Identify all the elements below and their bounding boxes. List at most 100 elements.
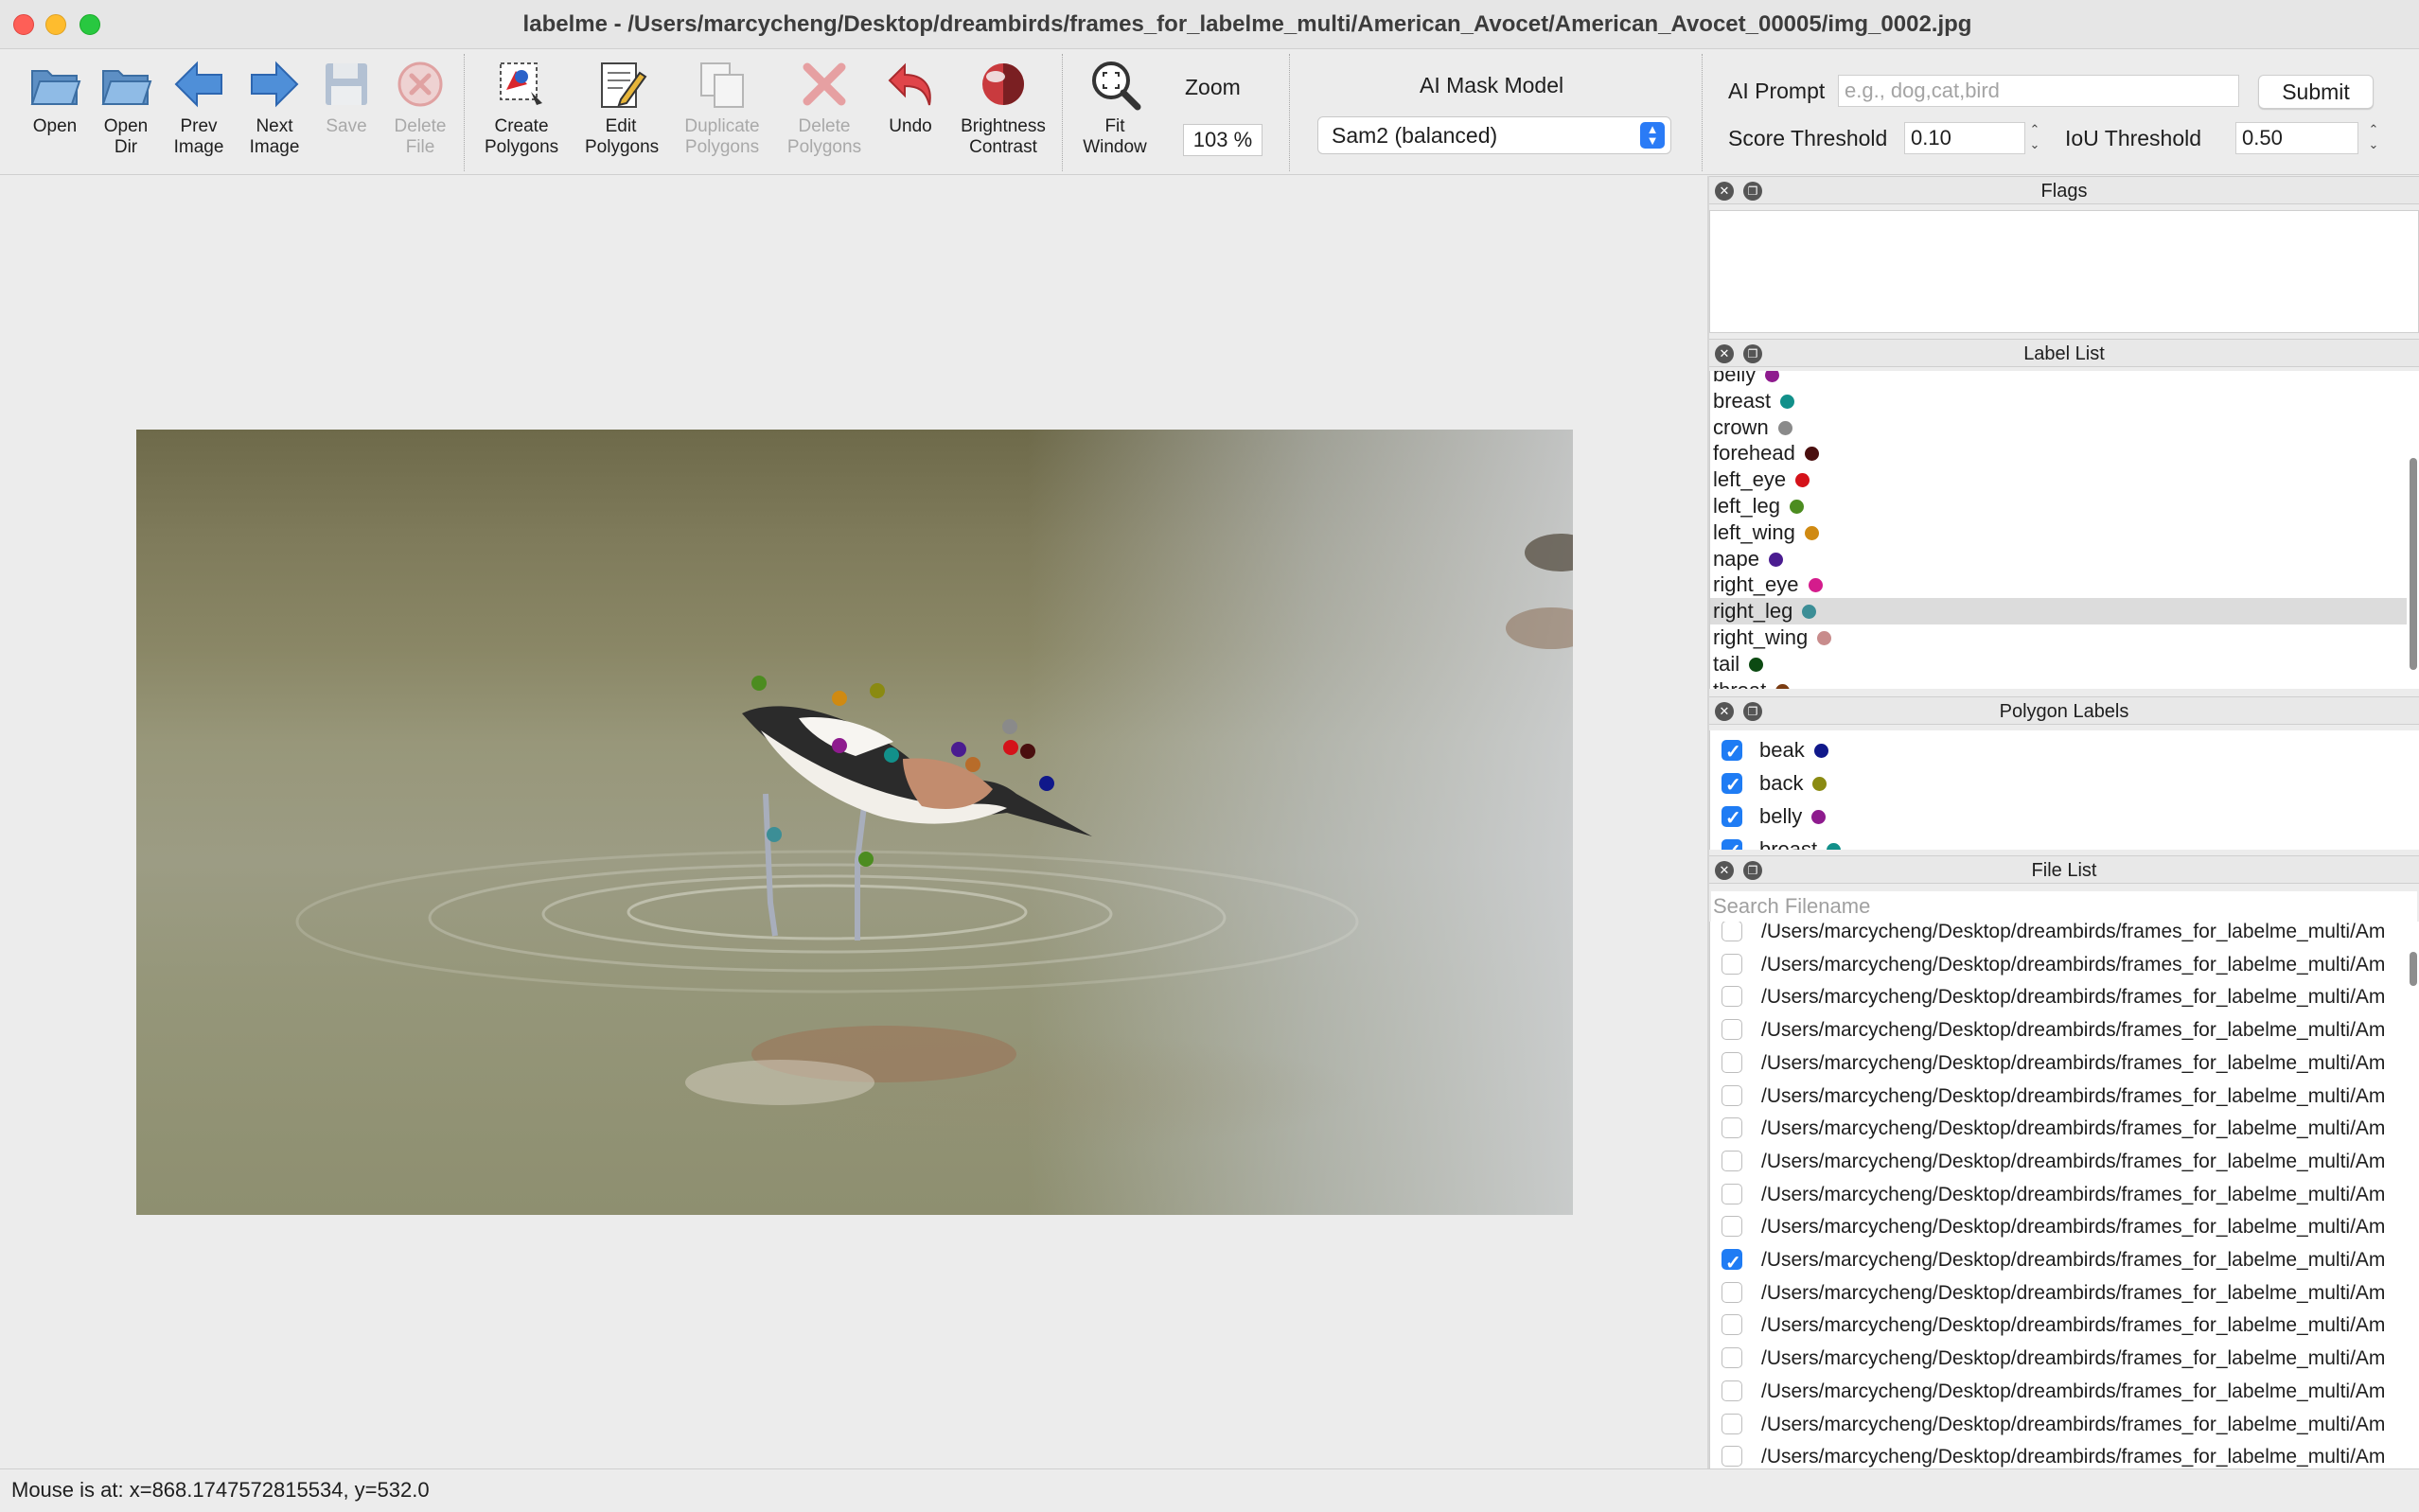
keypoint-belly[interactable] [832,738,847,753]
zoom-value-field[interactable]: 103 % [1183,124,1262,156]
file-list-item[interactable]: /Users/marcycheng/Desktop/dreambirds/fra… [1722,1409,2419,1441]
file-list-item[interactable]: /Users/marcycheng/Desktop/dreambirds/fra… [1722,949,2419,981]
keypoint-back[interactable] [870,683,885,698]
file-list-item[interactable]: /Users/marcycheng/Desktop/dreambirds/fra… [1722,922,2419,948]
save-button[interactable]: Save [310,56,382,137]
dock-close-icon[interactable]: ✕ [1715,702,1734,721]
image-canvas[interactable] [0,176,1707,1468]
file-list-checkbox[interactable] [1722,953,1742,975]
file-list-item[interactable]: /Users/marcycheng/Desktop/dreambirds/fra… [1722,1047,2419,1080]
file-list-item[interactable]: /Users/marcycheng/Desktop/dreambirds/fra… [1722,1244,2419,1279]
file-list-checkbox[interactable] [1722,1051,1742,1073]
label-list-item[interactable]: forehead [1710,440,2407,466]
ai-prompt-input[interactable] [1838,75,2239,107]
duplicate-polygons-button[interactable]: Duplicate Polygons [680,56,765,158]
file-list-item[interactable]: /Users/marcycheng/Desktop/dreambirds/fra… [1722,981,2419,1013]
polygon-label-item[interactable]: beak [1722,736,1828,766]
file-list-checkbox[interactable] [1722,1380,1742,1401]
dock-close-icon[interactable]: ✕ [1715,344,1734,363]
dock-float-icon[interactable]: ❐ [1743,861,1762,880]
undo-button[interactable]: Undo [874,56,946,137]
polygon-label-item[interactable]: back [1722,769,1827,800]
keypoint-breast[interactable] [884,747,899,763]
label-list-item[interactable]: right_leg [1710,598,2407,625]
file-list-checkbox[interactable] [1722,986,1742,1008]
file-list-checkbox[interactable] [1722,1216,1742,1238]
label-list-item[interactable]: crown [1710,414,2407,441]
keypoint-left-wing[interactable] [832,691,847,706]
keypoint-left-leg[interactable] [858,852,874,867]
polygon-label-checkbox[interactable] [1722,837,1742,850]
file-list-item[interactable]: /Users/marcycheng/Desktop/dreambirds/fra… [1722,1014,2419,1046]
dock-float-icon[interactable]: ❐ [1743,182,1762,201]
keypoint-right-leg[interactable] [767,827,782,842]
ai-mask-model-select[interactable]: Sam2 (balanced) ▲ ▼ [1317,116,1671,154]
open-button[interactable]: Open [19,56,91,137]
keypoint-left-eye[interactable] [1003,740,1018,755]
file-list-checkbox[interactable] [1722,1084,1742,1106]
create-polygons-button[interactable]: Create Polygons [485,56,558,158]
delete-polygons-button[interactable]: Delete Polygons [784,56,865,158]
dock-float-icon[interactable]: ❐ [1743,344,1762,363]
iou-threshold-input[interactable]: 0.50 [2235,122,2358,154]
file-list-checkbox[interactable] [1722,1413,1742,1434]
dock-float-icon[interactable]: ❐ [1743,702,1762,721]
file-list-checkbox[interactable] [1722,1150,1742,1171]
polygon-label-checkbox[interactable] [1722,738,1742,766]
search-filename-input[interactable] [1711,891,2417,922]
submit-button[interactable]: Submit [2258,75,2374,109]
label-list-item[interactable]: right_wing [1710,624,2407,651]
file-list-checkbox[interactable] [1722,1446,1742,1468]
file-list-checkbox[interactable] [1722,1117,1742,1139]
polygon-label-checkbox[interactable] [1722,804,1742,833]
keypoint-forehead[interactable] [1020,744,1035,759]
label-list-item[interactable]: throat [1710,677,2407,689]
edit-polygons-button[interactable]: Edit Polygons [585,56,659,158]
iou-threshold-stepper[interactable]: ⌃ ⌄ [2364,122,2383,156]
dock-close-icon[interactable]: ✕ [1715,861,1734,880]
label-list-item[interactable]: breast [1710,388,2407,414]
file-list-item[interactable]: /Users/marcycheng/Desktop/dreambirds/fra… [1722,1146,2419,1178]
file-list-item[interactable]: /Users/marcycheng/Desktop/dreambirds/fra… [1722,1376,2419,1408]
dock-close-icon[interactable]: ✕ [1715,182,1734,201]
file-list-item[interactable]: /Users/marcycheng/Desktop/dreambirds/fra… [1722,1113,2419,1145]
file-list-item[interactable]: /Users/marcycheng/Desktop/dreambirds/fra… [1722,1081,2419,1113]
delete-file-button[interactable]: Delete File [384,56,456,158]
label-list-item[interactable]: right_eye [1710,571,2407,598]
label-list-item[interactable]: left_wing [1710,519,2407,546]
fit-window-button[interactable]: Fit Window [1079,56,1151,158]
file-list-item[interactable]: /Users/marcycheng/Desktop/dreambirds/fra… [1722,1179,2419,1211]
file-list-item[interactable]: /Users/marcycheng/Desktop/dreambirds/fra… [1722,1310,2419,1342]
file-list-checkbox[interactable] [1722,1019,1742,1041]
keypoint-tail[interactable] [751,676,767,691]
polygon-label-checkbox[interactable] [1722,771,1742,800]
score-threshold-input[interactable]: 0.10 [1904,122,2025,154]
score-threshold-stepper[interactable]: ⌃ ⌄ [2025,122,2044,156]
file-list-checkbox[interactable] [1722,1247,1742,1279]
file-list-item[interactable]: /Users/marcycheng/Desktop/dreambirds/fra… [1722,1343,2419,1375]
label-list-item[interactable]: belly [1710,371,2407,388]
label-list-item[interactable]: left_eye [1710,466,2407,493]
polygon-label-item[interactable]: breast [1722,835,1842,850]
file-list-checkbox[interactable] [1722,922,1742,941]
label-list-scrollbar[interactable] [2410,458,2417,670]
open-dir-button[interactable]: Open Dir [90,56,162,158]
label-list-item[interactable]: left_leg [1710,493,2407,519]
file-list-checkbox[interactable] [1722,1314,1742,1336]
file-list-item[interactable]: /Users/marcycheng/Desktop/dreambirds/fra… [1722,1277,2419,1310]
label-list-item[interactable]: nape [1710,546,2407,572]
annotated-photo[interactable] [136,430,1573,1215]
keypoint-crown[interactable] [1002,719,1017,734]
file-list-checkbox[interactable] [1722,1183,1742,1204]
label-list-item[interactable]: tail [1710,651,2407,677]
file-list-checkbox[interactable] [1722,1347,1742,1369]
file-list-item[interactable]: /Users/marcycheng/Desktop/dreambirds/fra… [1722,1211,2419,1243]
brightness-contrast-button[interactable]: Brightness Contrast [956,56,1051,158]
keypoint-beak[interactable] [1039,776,1054,791]
prev-image-button[interactable]: Prev Image [163,56,235,158]
keypoint-nape[interactable] [951,742,966,757]
next-image-button[interactable]: Next Image [238,56,310,158]
keypoint-throat[interactable] [965,757,980,772]
file-list-checkbox[interactable] [1722,1281,1742,1303]
polygon-label-item[interactable]: belly [1722,802,1827,833]
